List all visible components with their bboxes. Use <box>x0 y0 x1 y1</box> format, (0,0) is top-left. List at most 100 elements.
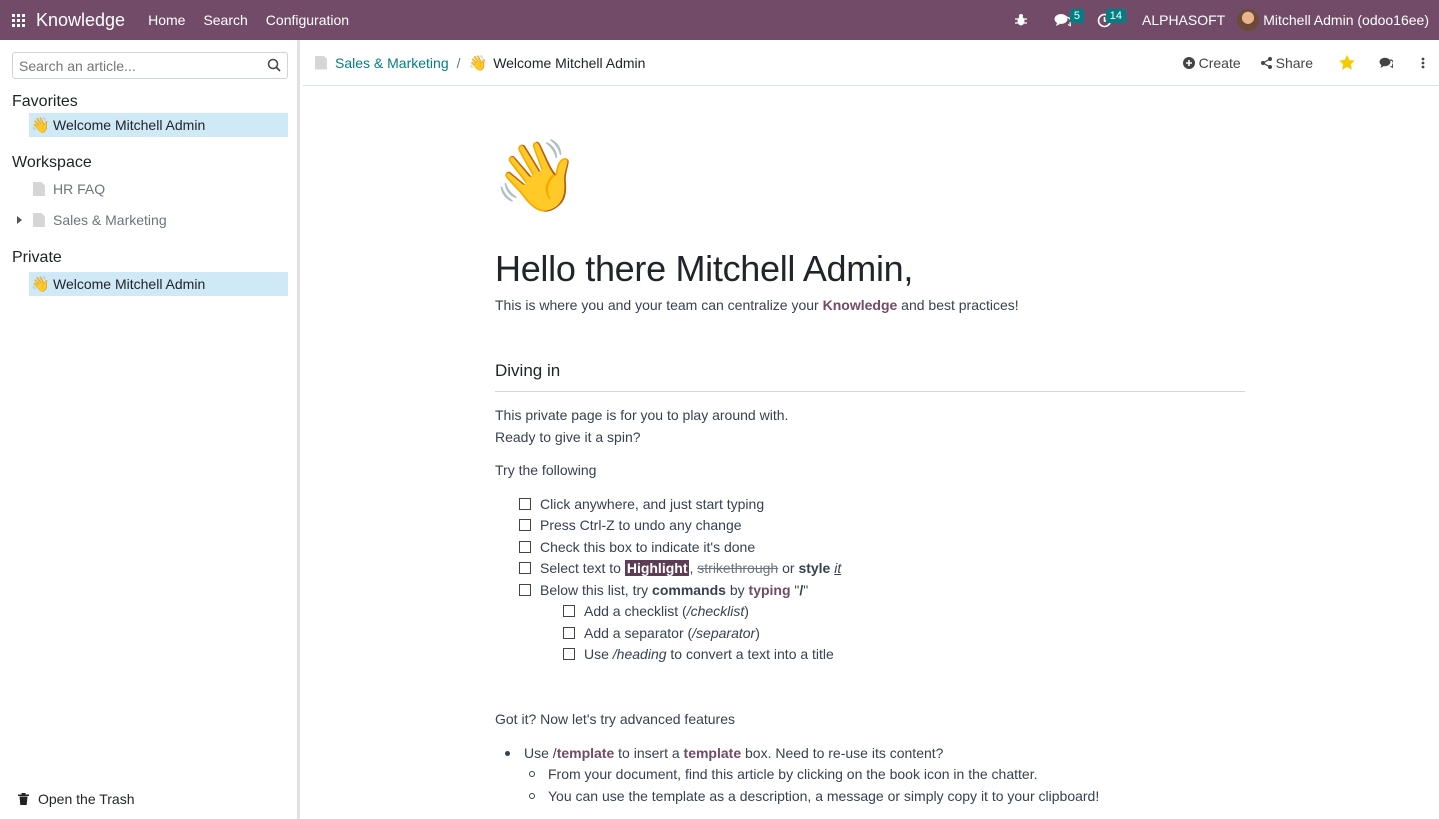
checklist-subitem[interactable]: Add a checklist (/checklist) <box>563 603 749 619</box>
menu-configuration[interactable]: Configuration <box>257 12 358 28</box>
text: box. Need to re-use its content? <box>741 745 944 761</box>
more-options-button[interactable] <box>1421 57 1425 69</box>
text: Add a separator ( <box>584 625 693 641</box>
search-icon[interactable] <box>267 58 281 72</box>
template-command: template <box>556 745 615 761</box>
user-avatar[interactable] <box>1237 9 1260 31</box>
checkbox[interactable] <box>563 627 575 639</box>
highlight-example: Highlight <box>624 560 690 576</box>
text: by <box>725 582 749 598</box>
checklist-subitem[interactable]: Add a separator (/separator) <box>563 625 760 641</box>
checkbox[interactable] <box>519 584 531 596</box>
debug-bug-icon[interactable] <box>1008 0 1034 40</box>
article-actions: Create Share <box>1163 55 1425 71</box>
workspace-item-sales-marketing[interactable]: Sales & Marketing <box>29 208 288 232</box>
checkbox[interactable] <box>519 562 531 574</box>
checklist-item[interactable]: Click anywhere, and just start typing <box>519 496 764 512</box>
checklist-item-text: Click anywhere, and just start typing <box>540 496 765 512</box>
document-icon <box>33 182 45 196</box>
checklist-item-text: Add a separator (/separator) <box>584 625 760 641</box>
share-label: Share <box>1275 54 1313 71</box>
share-button[interactable]: Share <box>1260 54 1313 71</box>
checkbox[interactable] <box>519 498 531 510</box>
menu-home[interactable]: Home <box>139 12 194 28</box>
app-menu-button[interactable] <box>0 0 36 40</box>
workspace-item-hr-faq[interactable]: HR FAQ <box>29 177 288 201</box>
checklist-item[interactable]: Press Ctrl-Z to undo any change <box>519 517 742 533</box>
expand-caret-icon[interactable] <box>17 216 22 224</box>
bullet-text: From your document, find this article by… <box>548 766 1038 782</box>
checkbox[interactable] <box>563 648 575 660</box>
top-navbar: Knowledge Home Search Configuration 5 14… <box>0 0 1439 40</box>
star-icon <box>1339 55 1355 70</box>
checkbox[interactable] <box>519 519 531 531</box>
command-example: /checklist <box>686 603 745 619</box>
messages-icon[interactable]: 5 <box>1050 0 1084 40</box>
text: or <box>778 560 799 576</box>
text: ) <box>755 625 760 641</box>
typing-word: typing <box>748 582 791 598</box>
breadcrumb-current[interactable]: Welcome Mitchell Admin <box>493 55 645 71</box>
user-menu[interactable]: Mitchell Admin (odoo16ee) <box>1263 12 1439 28</box>
sub-bullet-item[interactable]: From your document, find this article by… <box>529 766 1037 782</box>
paragraph[interactable]: This private page is for you to play aro… <box>495 407 788 423</box>
waving-hand-icon: 👋 <box>468 54 488 72</box>
template-word: template <box>683 745 742 761</box>
bullet-text: Use /template to insert a template box. … <box>524 745 943 761</box>
workspace-heading: Workspace <box>12 154 92 171</box>
comments-icon <box>1379 57 1393 68</box>
waving-hand-icon: 👋 <box>31 276 50 293</box>
open-trash-button[interactable]: Open the Trash <box>18 791 135 807</box>
create-button[interactable]: Create <box>1182 55 1241 71</box>
activities-count-badge: 14 <box>1105 9 1126 23</box>
favorite-item-label: Welcome Mitchell Admin <box>53 117 206 133</box>
lead-text-end: and best practices! <box>897 297 1019 313</box>
paragraph[interactable]: Ready to give it a spin? <box>495 429 641 445</box>
app-name[interactable]: Knowledge <box>36 10 125 31</box>
strikethrough-example: strikethrough <box>697 560 779 576</box>
checklist-item[interactable]: Below this list, try commands by typing … <box>519 582 808 598</box>
knowledge-sidebar: Favorites 👋 Welcome Mitchell Admin Works… <box>0 40 300 819</box>
italic-example: it <box>834 560 842 576</box>
private-item-welcome[interactable]: 👋 Welcome Mitchell Admin <box>29 272 288 296</box>
checklist-item[interactable]: Select text to Highlight, strikethrough … <box>519 560 841 576</box>
text: Use / <box>524 745 557 761</box>
article-search-input[interactable] <box>13 53 287 78</box>
chatter-button[interactable] <box>1379 57 1393 69</box>
document-icon <box>33 213 45 227</box>
menu-search[interactable]: Search <box>194 12 256 28</box>
lead-accent: Knowledge <box>822 297 898 313</box>
activities-clock-icon[interactable]: 14 <box>1092 0 1126 40</box>
checkbox[interactable] <box>563 605 575 617</box>
bullet-text: You can use the template as a descriptio… <box>548 788 1100 804</box>
article-emoji-icon[interactable]: 👋 <box>493 136 580 216</box>
trash-label: Open the Trash <box>38 791 135 807</box>
paragraph[interactable]: Got it? Now let's try advanced features <box>495 711 735 727</box>
favorites-heading: Favorites <box>12 93 78 110</box>
breadcrumb-parent[interactable]: Sales & Marketing <box>335 55 449 71</box>
company-switcher[interactable]: ALPHASOFT <box>1142 12 1225 28</box>
checklist-item-text: Check this box to indicate it's done <box>540 539 756 555</box>
bullet-item[interactable]: Use /template to insert a template box. … <box>505 745 943 761</box>
sub-bullet-item[interactable]: You can use the template as a descriptio… <box>529 788 1099 804</box>
checkbox[interactable] <box>519 541 531 553</box>
commands-word: commands <box>652 582 726 598</box>
article-title[interactable]: Hello there Mitchell Admin, <box>495 248 913 290</box>
checklist-item-text: Below this list, try commands by typing … <box>540 582 808 598</box>
favorite-item-welcome[interactable]: 👋 Welcome Mitchell Admin <box>29 113 288 137</box>
checklist-item-text: Add a checklist (/checklist) <box>584 603 749 619</box>
private-heading: Private <box>12 249 62 266</box>
paragraph[interactable]: Try the following <box>495 462 596 478</box>
text: Below this list, try <box>540 582 653 598</box>
workspace-item-label: Sales & Marketing <box>53 212 167 228</box>
bullet-circle <box>529 771 535 777</box>
favorite-star-button[interactable] <box>1339 55 1355 70</box>
checklist-subitem[interactable]: Use /heading to convert a text into a ti… <box>563 646 834 662</box>
text: to insert a <box>614 745 684 761</box>
section-heading[interactable]: Diving in <box>495 361 560 381</box>
text: to convert a text into a title <box>666 646 834 662</box>
article-lead[interactable]: This is where you and your team can cent… <box>495 297 1019 313</box>
control-panel: Sales & Marketing / 👋 Welcome Mitchell A… <box>303 40 1439 86</box>
checklist-item[interactable]: Check this box to indicate it's done <box>519 539 755 555</box>
article-search[interactable] <box>12 52 288 79</box>
